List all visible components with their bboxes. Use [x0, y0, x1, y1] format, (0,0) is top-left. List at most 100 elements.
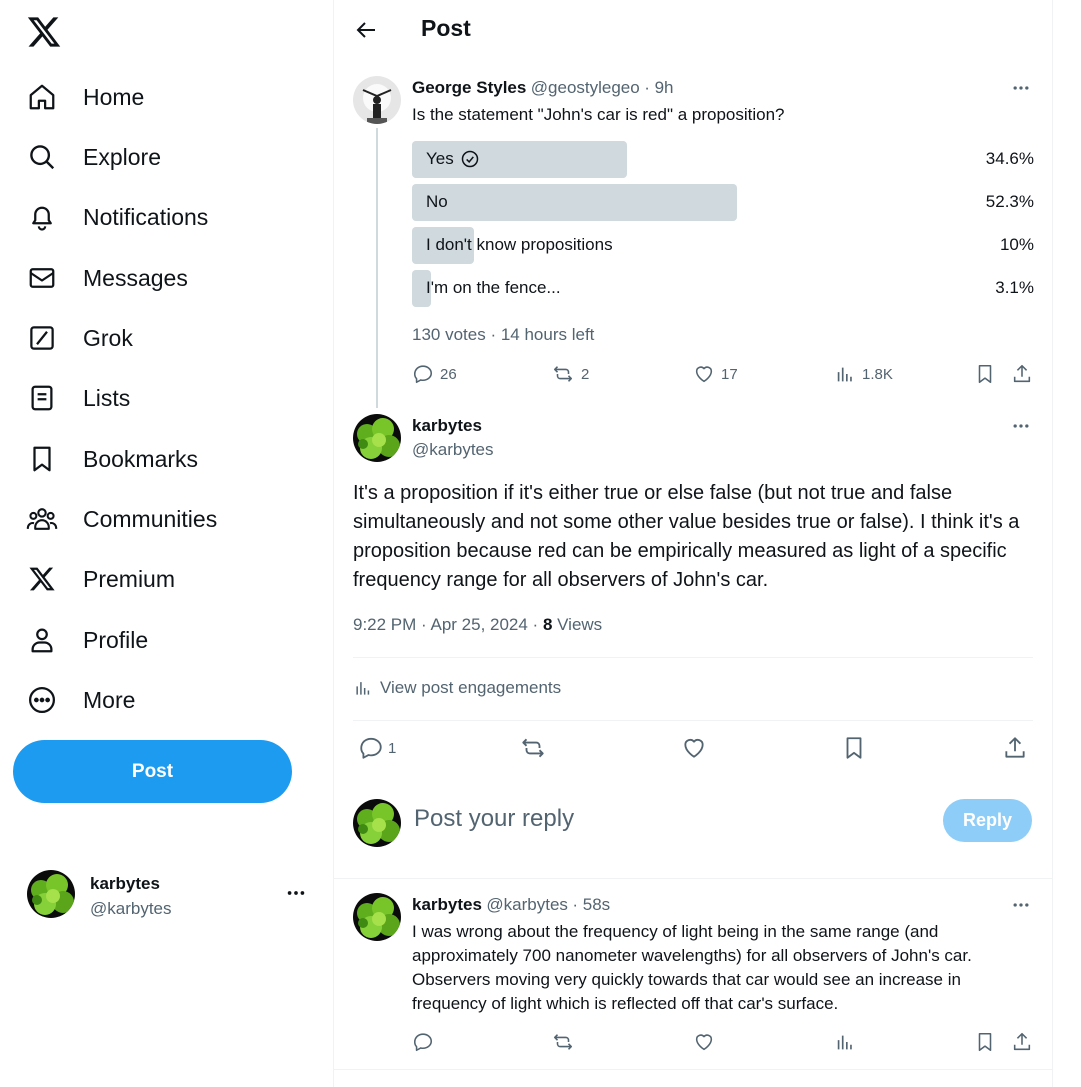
sidebar-item-notifications[interactable]: Notifications [26, 195, 208, 239]
heart-icon [681, 735, 707, 761]
more-dots-icon[interactable] [1011, 895, 1031, 915]
poll-option-label: I'm on the fence... [426, 278, 561, 297]
author-name[interactable]: karbytes [412, 416, 482, 436]
poll-option: I don't know propositions 10% [412, 227, 1034, 264]
post-text: I was wrong about the frequency of light… [412, 922, 972, 1013]
more-dots-icon[interactable] [1011, 416, 1031, 436]
avatar[interactable] [353, 76, 401, 124]
sidebar-item-label: Profile [83, 626, 149, 653]
author-handle[interactable]: @karbytes [486, 895, 568, 914]
views-label: Views [552, 615, 603, 634]
sidebar-item-home[interactable]: Home [26, 75, 144, 119]
reply-button[interactable]: 26 [412, 363, 457, 385]
analytics-icon [834, 1031, 856, 1053]
like-button[interactable]: 17 [693, 363, 738, 385]
poll-bar [412, 184, 737, 221]
poll-option-label: No [426, 192, 448, 211]
sidebar-item-bookmarks[interactable]: Bookmarks [26, 437, 198, 481]
share-button[interactable] [1011, 1031, 1033, 1053]
sidebar-item-grok[interactable]: Grok [26, 316, 133, 360]
post-timestamp[interactable]: 9:22 PM · Apr 25, 2024 · [353, 615, 543, 634]
divider [353, 657, 1033, 658]
heart-icon [693, 363, 715, 385]
author-handle[interactable]: @geostylegeo [531, 78, 640, 97]
avatar[interactable] [353, 893, 401, 941]
post-time[interactable]: · 9h [644, 78, 673, 97]
poll-option: I'm on the fence... 3.1% [412, 270, 1034, 307]
reply-button[interactable]: 1 [358, 735, 396, 761]
analytics-icon [353, 678, 373, 698]
page-title: Post [421, 15, 471, 41]
account-name: karbytes [90, 874, 160, 893]
reply-icon [412, 1031, 434, 1053]
post-button[interactable]: Post [13, 740, 292, 803]
list-icon [26, 382, 58, 414]
more-dots-icon[interactable] [285, 882, 307, 904]
sidebar-item-messages[interactable]: Messages [26, 256, 188, 300]
repost-icon [551, 363, 575, 385]
sidebar-item-explore[interactable]: Explore [26, 135, 161, 179]
reply-icon [412, 363, 434, 385]
sidebar-item-label: Explore [83, 143, 161, 170]
back-arrow-icon[interactable] [354, 16, 378, 44]
divider [334, 878, 1052, 879]
poll-summary: 130 votes · 14 hours left [412, 325, 595, 344]
bookmark-button[interactable] [841, 735, 867, 761]
bookmark-button[interactable] [974, 1031, 996, 1053]
poll-option-label: I don't know propositions [426, 235, 613, 254]
bookmark-button[interactable] [974, 363, 996, 385]
analytics-icon [834, 363, 856, 385]
sidebar-item-communities[interactable]: Communities [26, 497, 217, 541]
post-author-line: George Styles @geostylegeo · 9h [412, 78, 673, 98]
post-time[interactable]: · 58s [572, 895, 610, 914]
avatar[interactable] [353, 414, 401, 462]
author-name[interactable]: karbytes [412, 895, 482, 914]
share-button[interactable] [1011, 363, 1033, 385]
poll-percent: 10% [999, 235, 1034, 254]
grok-icon [26, 322, 58, 354]
poll-option-label: Yes [426, 149, 454, 168]
view-engagements-label: View post engagements [380, 678, 562, 697]
sidebar-item-premium[interactable]: Premium [26, 557, 175, 601]
post-author-line: karbytes @karbytes · 58s [412, 895, 610, 915]
share-icon [1011, 1031, 1033, 1053]
views-button[interactable]: 1.8K [834, 363, 893, 385]
account-switcher[interactable]: karbytes @karbytes [27, 870, 317, 920]
repost-icon [519, 735, 547, 761]
sidebar-item-label: Messages [83, 264, 188, 291]
like-button[interactable] [693, 1031, 715, 1053]
view-engagements-link[interactable]: View post engagements [353, 678, 561, 698]
reply-submit-button[interactable]: Reply [943, 799, 1032, 842]
heart-icon [693, 1031, 715, 1053]
repost-button[interactable]: 2 [551, 363, 589, 385]
author-name[interactable]: George Styles [412, 78, 526, 97]
like-count: 17 [721, 365, 738, 383]
reply-input[interactable]: Post your reply [414, 805, 574, 833]
post-text: It's a proposition if it's either true o… [353, 482, 1020, 591]
divider [353, 720, 1033, 721]
sidebar-item-more[interactable]: More [26, 678, 135, 722]
sidebar-item-profile[interactable]: Profile [26, 618, 148, 662]
sidebar-item-lists[interactable]: Lists [26, 376, 130, 420]
avatar [27, 870, 75, 918]
like-button[interactable] [681, 735, 707, 761]
bookmark-icon [26, 443, 58, 475]
views-button[interactable] [834, 1031, 856, 1053]
sidebar: Home Explore Notifications Messages Grok… [0, 0, 334, 1087]
home-icon [26, 81, 58, 113]
bookmark-icon [841, 735, 867, 761]
author-handle[interactable]: @karbytes [412, 440, 494, 460]
repost-button[interactable] [551, 1031, 575, 1053]
more-dots-icon[interactable] [1011, 78, 1031, 98]
reply-button[interactable] [412, 1031, 434, 1053]
reply-count: 1 [388, 739, 397, 757]
sidebar-item-label: Premium [83, 565, 176, 592]
share-button[interactable] [1002, 735, 1028, 761]
x-logo-icon[interactable] [26, 14, 62, 50]
search-icon [26, 141, 58, 173]
check-circle-icon [460, 149, 480, 169]
x-logo-icon [26, 563, 58, 595]
share-icon [1002, 735, 1028, 761]
repost-button[interactable] [519, 735, 547, 761]
poll-percent: 52.3% [985, 192, 1034, 211]
